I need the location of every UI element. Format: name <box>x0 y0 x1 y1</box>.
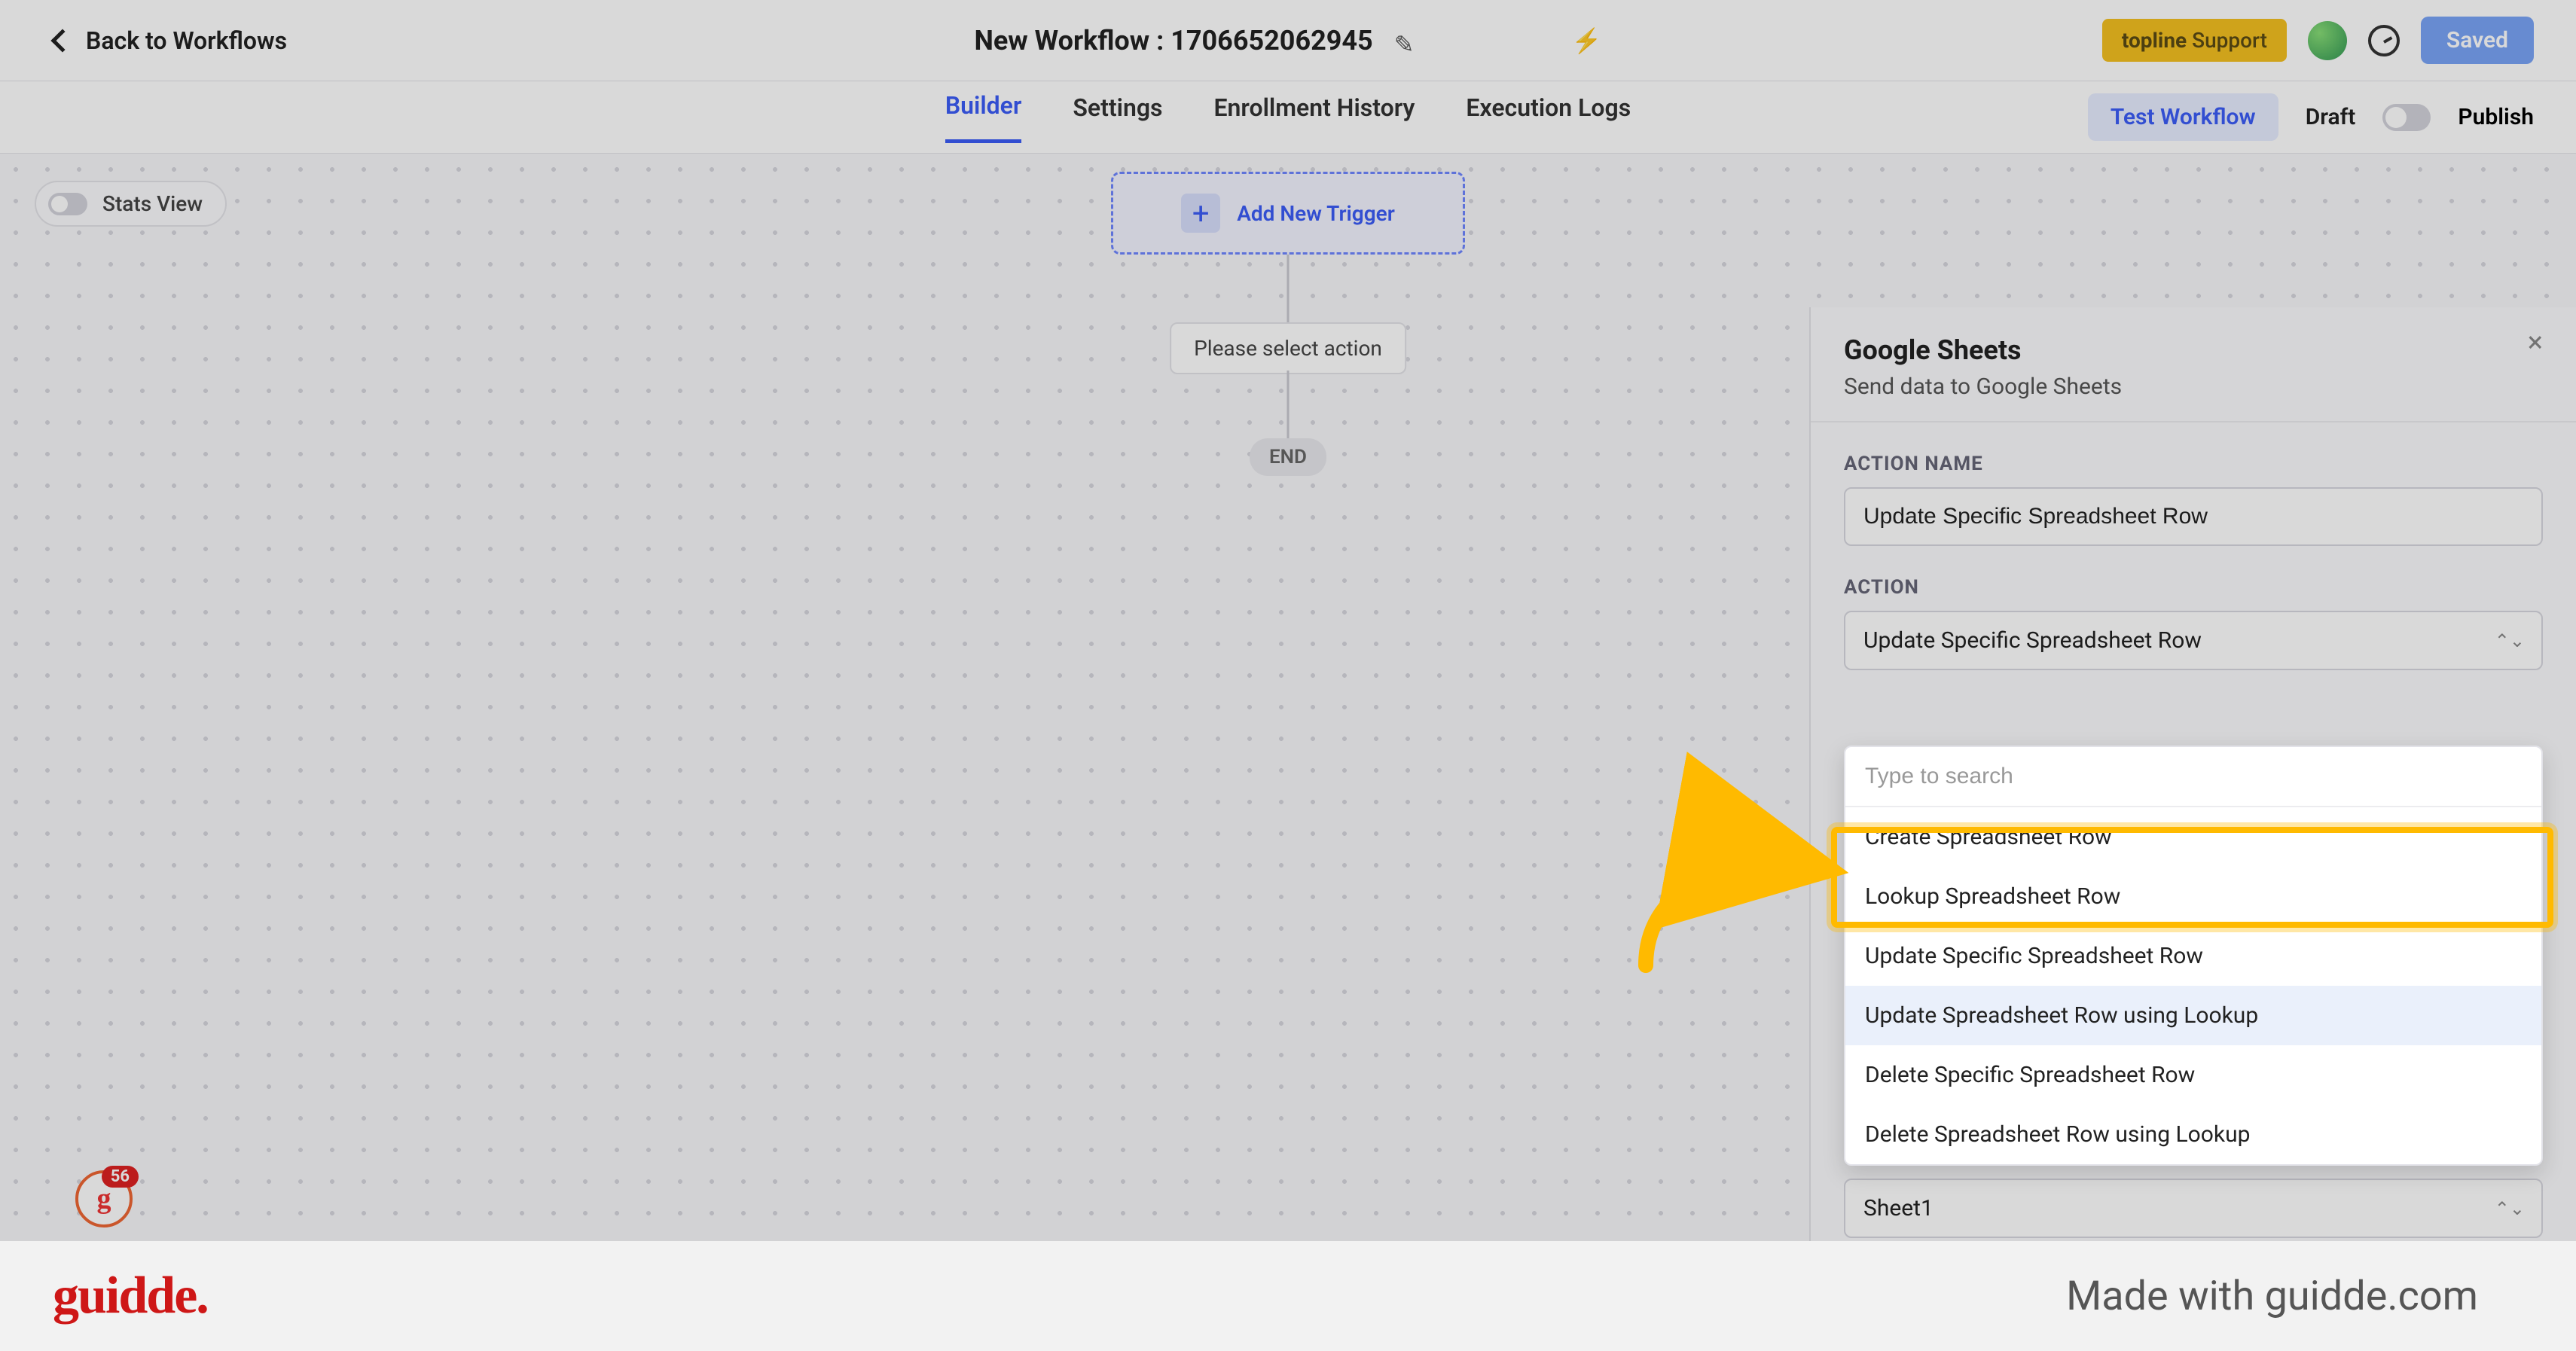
worksheet-select[interactable]: Sheet1 ⌃⌄ <box>1844 1179 2543 1238</box>
plus-icon: + <box>1181 194 1220 233</box>
action-placeholder[interactable]: Please select action <box>1170 322 1406 374</box>
bolt-icon: ⚡ <box>1572 26 1602 55</box>
close-icon[interactable]: × <box>2528 334 2543 352</box>
notification-count: 56 <box>102 1166 139 1188</box>
top-right: topline Support Saved <box>2102 17 2534 64</box>
tabbar-right: Test Workflow Draft Publish <box>2088 93 2534 141</box>
label-action-name: ACTION NAME <box>1844 453 2543 475</box>
back-button[interactable]: Back to Workflows <box>54 26 287 55</box>
chevron-updown-icon: ⌃⌄ <box>2495 630 2525 651</box>
action-select-value: Update Specific Spreadsheet Row <box>1863 627 2202 654</box>
tab-builder[interactable]: Builder <box>945 91 1022 143</box>
option-delete-specific-row[interactable]: Delete Specific Spreadsheet Row <box>1845 1045 2541 1105</box>
connector-line <box>1287 371 1290 438</box>
panel-subtitle: Send data to Google Sheets <box>1844 374 2122 400</box>
test-workflow-button[interactable]: Test Workflow <box>2088 93 2278 141</box>
notification-bubble[interactable]: g 56 <box>75 1170 133 1227</box>
footer: guidde. Made with guidde.com <box>0 1241 2576 1351</box>
avatar[interactable] <box>2308 21 2347 60</box>
tab-enrollment-history[interactable]: Enrollment History <box>1213 93 1415 142</box>
arrow-annotation <box>1631 837 1827 988</box>
action-select[interactable]: Update Specific Spreadsheet Row ⌃⌄ <box>1844 611 2543 670</box>
stats-view-toggle[interactable]: Stats View <box>35 181 227 227</box>
publish-toggle[interactable] <box>2382 104 2431 131</box>
history-icon[interactable] <box>2368 25 2400 56</box>
label-action: ACTION <box>1844 576 2543 599</box>
toggle-icon <box>48 193 87 215</box>
option-update-specific-row[interactable]: Update Specific Spreadsheet Row <box>1845 926 2541 986</box>
add-trigger-label: Add New Trigger <box>1237 201 1395 226</box>
tab-execution-logs[interactable]: Execution Logs <box>1466 93 1631 142</box>
title-wrap: New Workflow : 1706652062945 ⚡ <box>974 25 1601 56</box>
add-trigger-button[interactable]: + Add New Trigger <box>1111 172 1465 255</box>
connector-line <box>1287 255 1290 322</box>
option-create-row[interactable]: Create Spreadsheet Row <box>1845 807 2541 867</box>
action-name-input[interactable] <box>1844 487 2543 546</box>
back-label: Back to Workflows <box>86 26 287 55</box>
canvas[interactable]: Stats View + Add New Trigger Please sele… <box>0 154 2576 1241</box>
side-panel: Google Sheets Send data to Google Sheets… <box>1809 307 2576 1241</box>
action-dropdown: Create Spreadsheet Row Lookup Spreadshee… <box>1844 746 2543 1166</box>
draft-label: Draft <box>2306 104 2356 130</box>
chevron-updown-icon: ⌃⌄ <box>2495 1198 2525 1219</box>
tab-bar: Builder Settings Enrollment History Exec… <box>0 81 2576 154</box>
panel-header: Google Sheets Send data to Google Sheets… <box>1811 307 2576 422</box>
tab-settings[interactable]: Settings <box>1073 93 1162 142</box>
option-lookup-row[interactable]: Lookup Spreadsheet Row <box>1845 867 2541 926</box>
chevron-left-icon <box>50 29 74 52</box>
option-update-row-lookup[interactable]: Update Spreadsheet Row using Lookup <box>1845 986 2541 1045</box>
guidde-logo: guidde. <box>53 1266 208 1326</box>
saved-button[interactable]: Saved <box>2421 17 2534 64</box>
worksheet-value: Sheet1 <box>1863 1195 1934 1221</box>
stats-view-label: Stats View <box>102 191 203 216</box>
workflow-title: New Workflow : 1706652062945 <box>974 25 1372 56</box>
top-bar: Back to Workflows New Workflow : 1706652… <box>0 0 2576 81</box>
support-button[interactable]: topline Support <box>2102 19 2287 62</box>
publish-label: Publish <box>2458 104 2534 130</box>
option-delete-row-lookup[interactable]: Delete Spreadsheet Row using Lookup <box>1845 1105 2541 1164</box>
panel-title: Google Sheets <box>1844 334 2122 366</box>
end-node: END <box>1250 438 1326 476</box>
edit-icon[interactable] <box>1394 30 1415 51</box>
guidde-icon: g <box>97 1182 111 1215</box>
made-with-label: Made with guidde.com <box>2066 1273 2478 1320</box>
dropdown-search-input[interactable] <box>1845 747 2541 807</box>
